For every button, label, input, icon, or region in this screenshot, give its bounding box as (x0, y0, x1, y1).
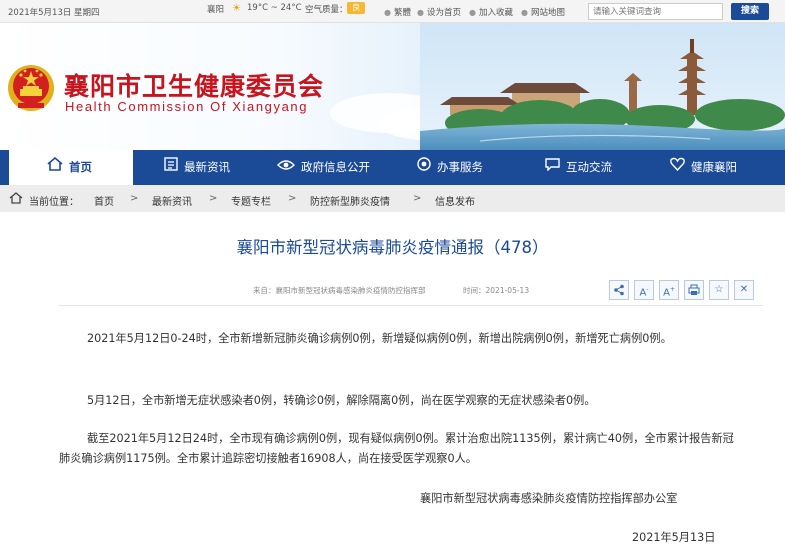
temperature: 19°C ~ 24°C (247, 3, 302, 13)
air-quality-badge: 良 (347, 2, 365, 14)
link-add-favorite[interactable]: ● 加入收藏 (469, 6, 513, 18)
dot-icon: ● (521, 8, 528, 17)
breadcrumb-separator: > (209, 193, 218, 204)
top-utility-bar: 2021年5月13日 星期四 襄阳 ☀ 19°C ~ 24°C 空气质量： 良 … (0, 0, 785, 23)
article-sign-date: 2021年5月13日 (632, 531, 716, 544)
nav-item-healthy-xiangyang[interactable]: 健康襄阳 (670, 150, 737, 185)
link-traditional[interactable]: ● 繁體 (384, 6, 411, 18)
article-source: 来自：襄阳市新型冠状病毒感染肺炎疫情防控指挥部 (253, 286, 426, 295)
chat-icon (545, 150, 560, 185)
nav-item-latest-news[interactable]: 最新资讯 (164, 150, 230, 185)
dot-icon: ● (384, 8, 391, 17)
link-sitemap[interactable]: ● 网站地图 (521, 6, 565, 18)
close-icon[interactable]: ✕ (734, 280, 754, 300)
link-set-homepage[interactable]: ● 设为首页 (417, 6, 461, 18)
search-input[interactable] (588, 3, 723, 20)
breadcrumb: 当前位置： 首页 > 最新资讯 > 专题专栏 > 防控新型肺炎疫情 > 信息发布 (0, 185, 785, 212)
nav-item-gov-info[interactable]: 政府信息公开 (277, 150, 370, 185)
font-decrease-icon[interactable]: A- (634, 280, 654, 300)
article-paragraph: 5月12日，全市新增无症状感染者0例，转确诊0例，解除隔离0例，尚在医学观察的无… (87, 394, 596, 407)
current-date: 2021年5月13日 星期四 (8, 8, 100, 18)
search-button[interactable]: 搜索 (731, 3, 769, 20)
breadcrumb-epidemic-control[interactable]: 防控新型肺炎疫情 (310, 193, 390, 208)
home-icon (47, 150, 63, 185)
print-icon[interactable] (684, 280, 704, 300)
nav-item-services[interactable]: 办事服务 (417, 150, 483, 185)
article-paragraph: 2021年5月12日0-24时，全市新增新冠肺炎确诊病例0例，新增疑似病例0例，… (87, 332, 672, 345)
service-icon (417, 150, 431, 185)
eye-icon (277, 150, 295, 185)
site-banner: 襄阳市卫生健康委员会 Health Commission Of Xiangyan… (0, 23, 785, 150)
font-increase-icon[interactable]: A+ (659, 280, 679, 300)
breadcrumb-special-topics[interactable]: 专题专栏 (231, 193, 271, 208)
favorite-icon[interactable]: ☆ (709, 280, 729, 300)
breadcrumb-separator: > (130, 193, 139, 204)
breadcrumb-home[interactable]: 首页 (94, 193, 114, 208)
news-icon (164, 150, 178, 185)
home-icon (9, 192, 23, 207)
sun-icon: ☀ (232, 3, 241, 14)
nav-item-interaction[interactable]: 互动交流 (545, 150, 612, 185)
article-paragraph: 截至2021年5月12日24时，全市现有确诊病例0例，现有疑似病例0例。累计治愈… (59, 432, 734, 465)
breadcrumb-info-release[interactable]: 信息发布 (435, 193, 475, 208)
site-title: 襄阳市卫生健康委员会 (64, 72, 325, 101)
weather-city: 襄阳 (207, 5, 225, 15)
breadcrumb-latest-news[interactable]: 最新资讯 (152, 193, 192, 208)
main-nav: 首页 最新资讯 政府信息公开 办事服务 互动交流 健康襄阳 (0, 150, 785, 185)
dot-icon: ● (469, 8, 476, 17)
dot-icon: ● (417, 8, 424, 17)
site-title-english: Health Commission Of Xiangyang (65, 99, 309, 114)
breadcrumb-separator: > (288, 193, 297, 204)
article-time: 时间：2021-05-13 (463, 286, 530, 295)
article-divider (58, 305, 763, 306)
heart-icon (670, 150, 685, 185)
nav-item-home[interactable]: 首页 (9, 150, 133, 185)
city-scenery-image (420, 23, 785, 150)
air-quality-label: 空气质量： (305, 5, 348, 15)
breadcrumb-separator: > (413, 193, 422, 204)
article-signature: 襄阳市新型冠状病毒感染肺炎疫情防控指挥部办公室 (420, 492, 678, 505)
national-emblem-icon (8, 65, 54, 111)
breadcrumb-prefix: 当前位置： (29, 197, 79, 208)
share-icon[interactable] (609, 280, 629, 300)
article-title: 襄阳市新型冠状病毒肺炎疫情通报（478） (236, 238, 549, 257)
